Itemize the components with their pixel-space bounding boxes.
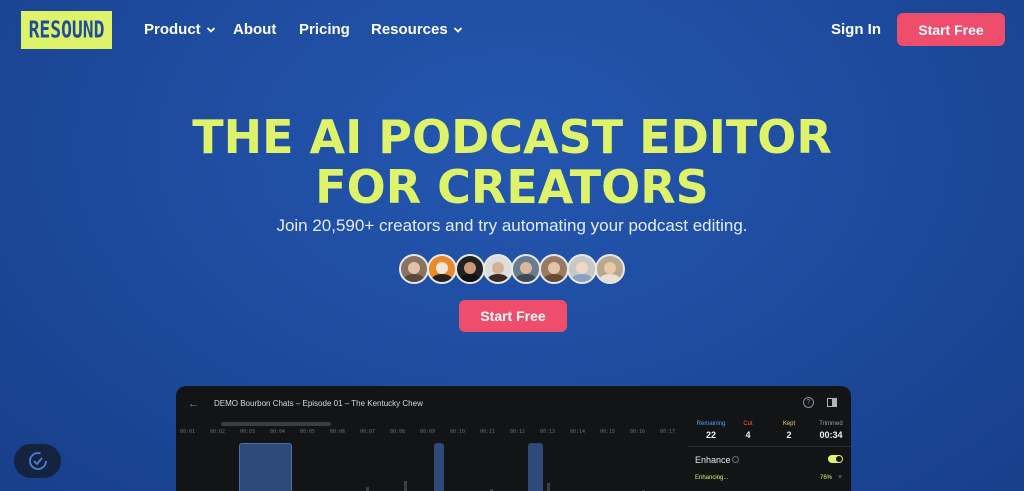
- nav-item-product[interactable]: Product: [144, 21, 216, 38]
- stat-label: Cut: [743, 421, 753, 427]
- back-arrow-icon[interactable]: ←: [188, 398, 199, 410]
- timeline-ruler: 00:01 00:02 00:03 00:04 00:05 00:06 00:07 00:08…: [176, 429, 686, 439]
- editor-preview: ← DEMO Bourbon Chats – Episode 01 – The …: [176, 386, 851, 491]
- timeline-tick: 00:04: [270, 429, 286, 435]
- timeline-tick: 00:17: [660, 429, 676, 435]
- nav-item-label: Product: [144, 21, 201, 38]
- enhance-label: Enhance: [695, 455, 731, 465]
- timeline-tick: 00:08: [390, 429, 406, 435]
- timeline-tick: 00:16: [630, 429, 646, 435]
- timeline-scrollbar[interactable]: [221, 422, 331, 426]
- waveform-bar: [366, 487, 369, 491]
- timeline-tick: 00:01: [180, 429, 196, 435]
- info-icon[interactable]: [732, 456, 739, 463]
- resound-logo[interactable]: RESOUND: [21, 11, 112, 49]
- selected-clip[interactable]: [239, 443, 292, 491]
- stat-value: 4: [745, 430, 751, 440]
- stat-label: Kept: [782, 421, 796, 427]
- stat-cut: Cut 4: [729, 421, 767, 440]
- avatar: [483, 254, 513, 284]
- avatar: [511, 254, 541, 284]
- timeline-tick: 00:05: [300, 429, 316, 435]
- avatar: [427, 254, 457, 284]
- stat-value: 2: [786, 430, 792, 440]
- timeline-tick: 00:07: [360, 429, 376, 435]
- hero-title-line2: FOR CREATORS: [315, 160, 709, 214]
- nav-item-label: Pricing: [299, 21, 350, 38]
- stat-value: 00:34: [819, 430, 843, 440]
- nav-item-label: About: [233, 21, 277, 38]
- episode-title: DEMO Bourbon Chats – Episode 01 – The Ke…: [214, 399, 423, 408]
- waveform-bar: [404, 481, 407, 491]
- nav-item-resources[interactable]: Resources: [371, 21, 463, 38]
- avatar: [399, 254, 429, 284]
- check-circle-icon: [28, 452, 47, 470]
- timeline-tick: 00:06: [330, 429, 346, 435]
- start-free-button[interactable]: Start Free: [897, 13, 1005, 46]
- checkmark-badge-button[interactable]: [14, 444, 61, 478]
- chevron-down-icon: [453, 26, 462, 33]
- hero-subtitle: Join 20,590+ creators and try automating…: [276, 216, 748, 235]
- chevron-down-icon: [206, 26, 215, 33]
- waveform[interactable]: [176, 441, 686, 491]
- waveform-bar: [546, 483, 550, 491]
- logo-text: RESOUND: [28, 16, 105, 44]
- avatar: [455, 254, 485, 284]
- cut-marker[interactable]: [528, 443, 543, 491]
- nav-item-label: Resources: [371, 21, 448, 38]
- stat-label: Remaining: [696, 421, 726, 427]
- avatar: [595, 254, 625, 284]
- stat-remaining: Remaining 22: [692, 421, 730, 440]
- edit-stats: Remaining 22 Cut 4 Kept 2 Trimmed 00:34: [688, 421, 851, 447]
- avatar: [567, 254, 597, 284]
- hero-start-free-button[interactable]: Start Free: [459, 300, 567, 332]
- cancel-icon[interactable]: ×: [838, 474, 842, 481]
- creator-avatars: [399, 254, 625, 284]
- enhance-toggle[interactable]: [828, 455, 843, 463]
- nav-item-pricing[interactable]: Pricing: [299, 21, 350, 38]
- stat-label: Trimmed: [819, 421, 843, 427]
- timeline-tick: 00:09: [420, 429, 436, 435]
- avatar: [539, 254, 569, 284]
- enhancing-percent: 76%: [820, 475, 833, 481]
- panel-toggle-icon[interactable]: [827, 398, 837, 407]
- stat-kept: Kept 2: [770, 421, 808, 440]
- timeline-tick: 00:03: [240, 429, 256, 435]
- enhancing-status: Enhancing...: [695, 475, 729, 481]
- timeline-tick: 00:11: [480, 429, 496, 435]
- top-navigation: RESOUND Product About Pricing Resources …: [0, 0, 1024, 60]
- stat-trimmed: Trimmed 00:34: [812, 421, 850, 440]
- timeline-tick: 00:12: [510, 429, 526, 435]
- stat-value: 22: [705, 430, 716, 440]
- timeline-tick: 00:13: [540, 429, 556, 435]
- timeline-tick: 00:02: [210, 429, 226, 435]
- sign-in-link[interactable]: Sign In: [831, 21, 881, 38]
- nav-item-about[interactable]: About: [233, 21, 276, 38]
- timeline-tick: 00:10: [450, 429, 466, 435]
- timeline-tick: 00:14: [570, 429, 586, 435]
- cut-marker[interactable]: [434, 443, 444, 491]
- timeline-tick: 00:15: [600, 429, 616, 435]
- help-icon[interactable]: ?: [803, 397, 814, 408]
- hero-title-line1: THE AI PODCAST EDITOR: [192, 110, 832, 164]
